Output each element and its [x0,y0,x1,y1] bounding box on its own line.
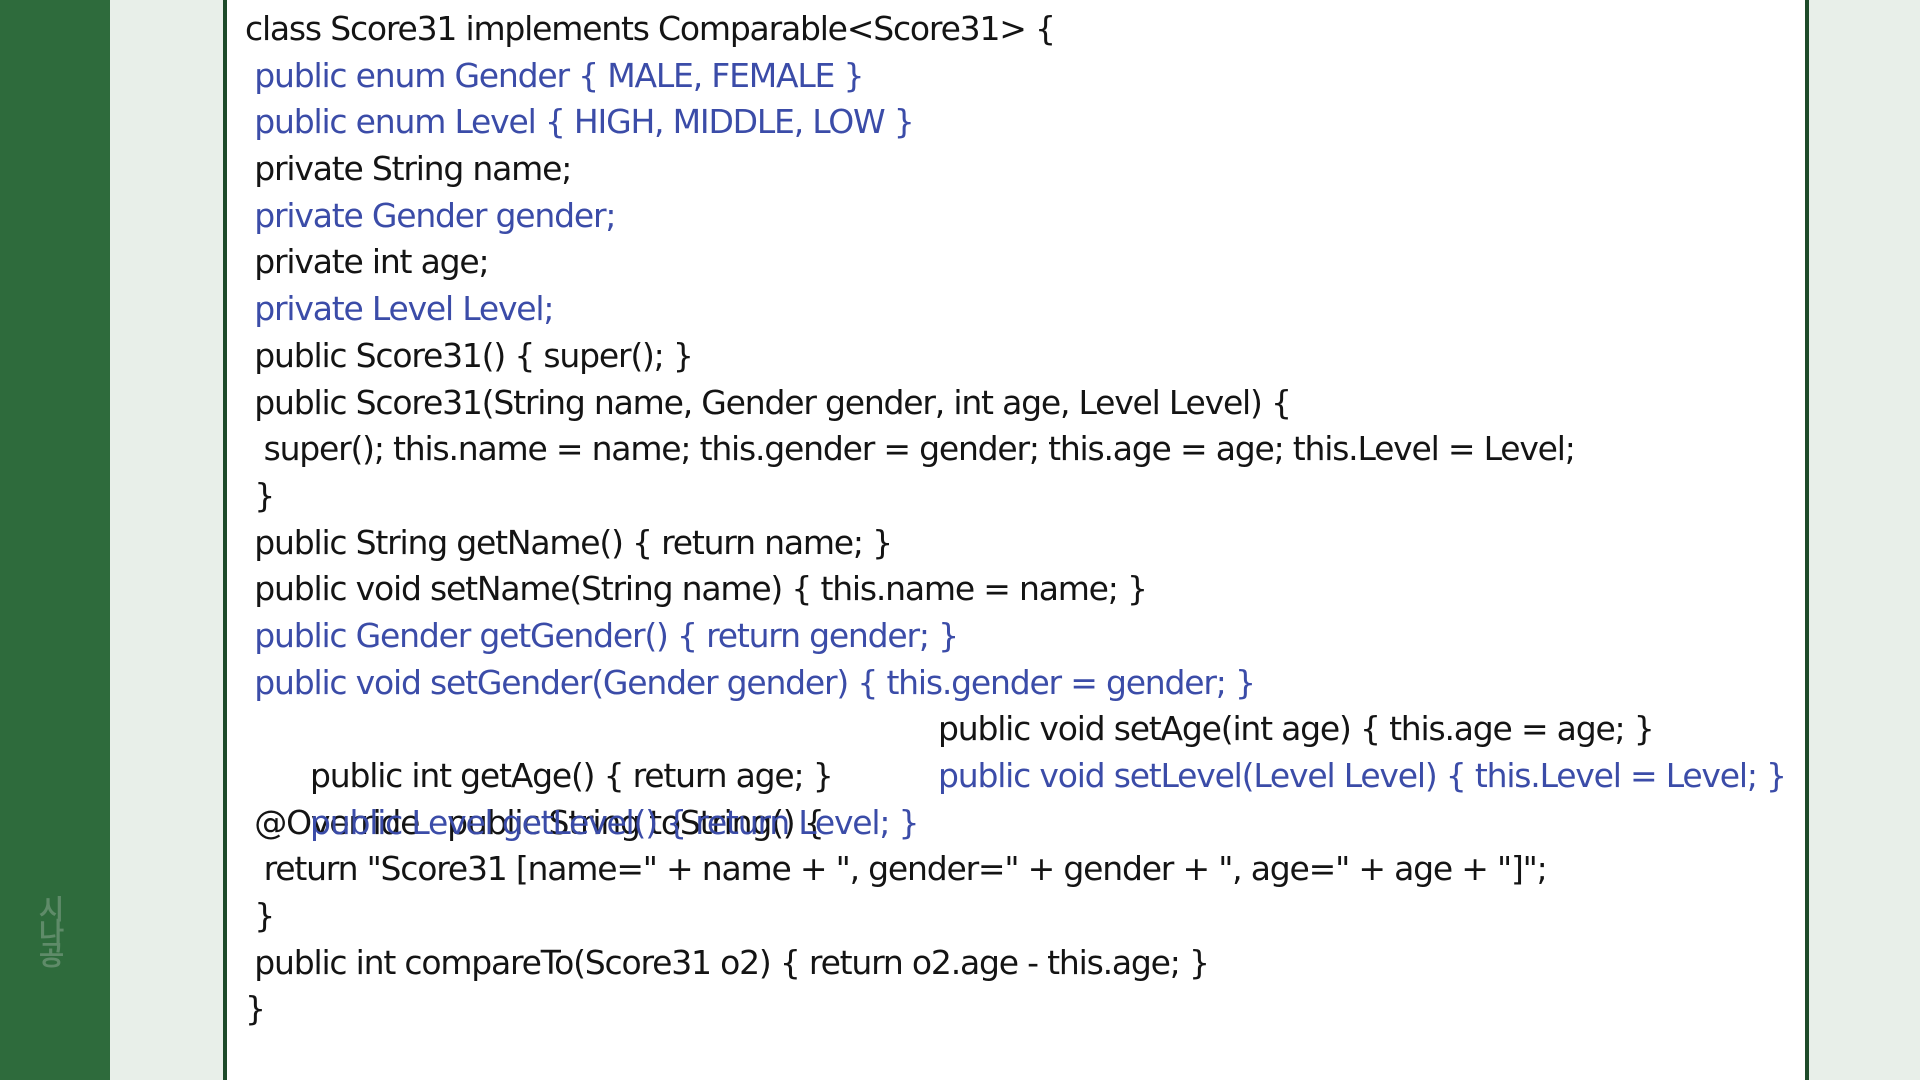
code-line: public void setGender(Gender gender) { t… [245,662,1256,702]
code-line: public Gender getGender() { return gende… [245,615,959,655]
code-line: public Level getLevel() { return Level; … [245,753,1787,842]
code-line: private Gender gender; [245,195,616,235]
code-line: public Score31() { super(); } [245,335,694,375]
code-line: private int age; [245,242,489,282]
code-line: super(); this.name = name; this.gender =… [245,429,1576,469]
code-line: } [245,475,275,515]
code-line: public enum Gender { MALE, FEMALE } [245,55,864,95]
left-margin [110,0,223,1080]
code-line: private String name; [245,149,572,189]
code-line: public String getName() { return name; } [245,522,893,562]
code-col-right: public void setAge(int age) { this.age =… [938,709,1655,749]
code-col-left: public Level getLevel() { return Level; … [300,802,920,842]
code-line: public int compareTo(Score31 o2) { retur… [245,942,1210,982]
code-line: public int getAge() { return age; } publ… [245,706,1655,795]
code-line: private Level Level; [245,289,554,329]
watermark-text: 시나공 [33,895,64,964]
code-line: public enum Level { HIGH, MIDDLE, LOW } [245,102,914,142]
code-line: return "Score31 [name=" + name + ", gend… [245,849,1548,889]
code-line: public Score31(String name, Gender gende… [245,382,1292,422]
code-line: } [245,989,266,1029]
code-col-right: public void setLevel(Level Level) { this… [938,756,1787,795]
code-block: class Score31 implements Comparable<Scor… [245,6,1787,1033]
code-line: public void setName(String name) { this.… [245,569,1148,609]
code-line: class Score31 implements Comparable<Scor… [245,9,1056,48]
code-panel: class Score31 implements Comparable<Scor… [223,0,1809,1080]
code-line: } [245,896,275,936]
left-sidebar: 시나공 [0,0,110,1080]
